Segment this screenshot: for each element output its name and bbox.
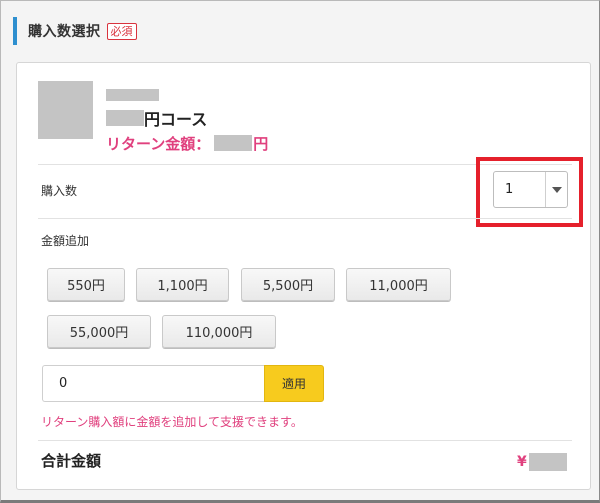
divider bbox=[38, 218, 572, 219]
course-thumbnail bbox=[38, 81, 93, 139]
add-11000-button[interactable]: 11,000円 bbox=[346, 268, 451, 301]
redacted-course-price bbox=[106, 110, 144, 126]
total-label: 合計金額 bbox=[41, 452, 102, 470]
redacted-course-title bbox=[106, 89, 159, 101]
total-value: ¥ bbox=[517, 451, 567, 473]
return-amount: リターン金額： 円 bbox=[106, 132, 268, 154]
redacted-total-amount bbox=[528, 453, 567, 471]
required-badge: 必須 bbox=[106, 22, 137, 40]
course-name-suffix: 円コース bbox=[144, 110, 208, 129]
section-header: 購入数選択 必須 bbox=[13, 17, 137, 45]
divider bbox=[38, 440, 572, 441]
add-550-button[interactable]: 550円 bbox=[47, 268, 125, 301]
quantity-select-value: 1 bbox=[505, 182, 514, 197]
add-110000-button[interactable]: 110,000円 bbox=[162, 315, 276, 348]
section-title: 購入数選択 bbox=[28, 24, 101, 40]
return-amount-suffix: 円 bbox=[253, 134, 269, 153]
add-55000-button[interactable]: 55,000円 bbox=[47, 315, 151, 348]
apply-button[interactable]: 適用 bbox=[264, 365, 324, 402]
window-frame: 購入数選択 必須 円コース リターン金額： 円 購入数 1 金額追加 550円 … bbox=[0, 0, 600, 503]
return-amount-label: リターン金額： bbox=[106, 134, 211, 153]
custom-amount-input[interactable] bbox=[42, 365, 265, 402]
add-amount-hint: リターン購入額に金額を追加して支援できます。 bbox=[41, 415, 303, 429]
chevron-down-icon[interactable] bbox=[545, 172, 567, 207]
redacted-return-value bbox=[214, 135, 253, 151]
add-1100-button[interactable]: 1,100円 bbox=[136, 268, 229, 301]
add-amount-label: 金額追加 bbox=[41, 234, 90, 248]
quantity-label: 購入数 bbox=[41, 184, 78, 198]
currency-symbol: ¥ bbox=[517, 454, 527, 470]
course-name: 円コース bbox=[106, 107, 207, 129]
quantity-select[interactable]: 1 bbox=[493, 171, 568, 208]
purchase-card: 円コース リターン金額： 円 購入数 1 金額追加 550円 1,100円 5,… bbox=[16, 62, 591, 490]
add-5500-button[interactable]: 5,500円 bbox=[241, 268, 335, 301]
